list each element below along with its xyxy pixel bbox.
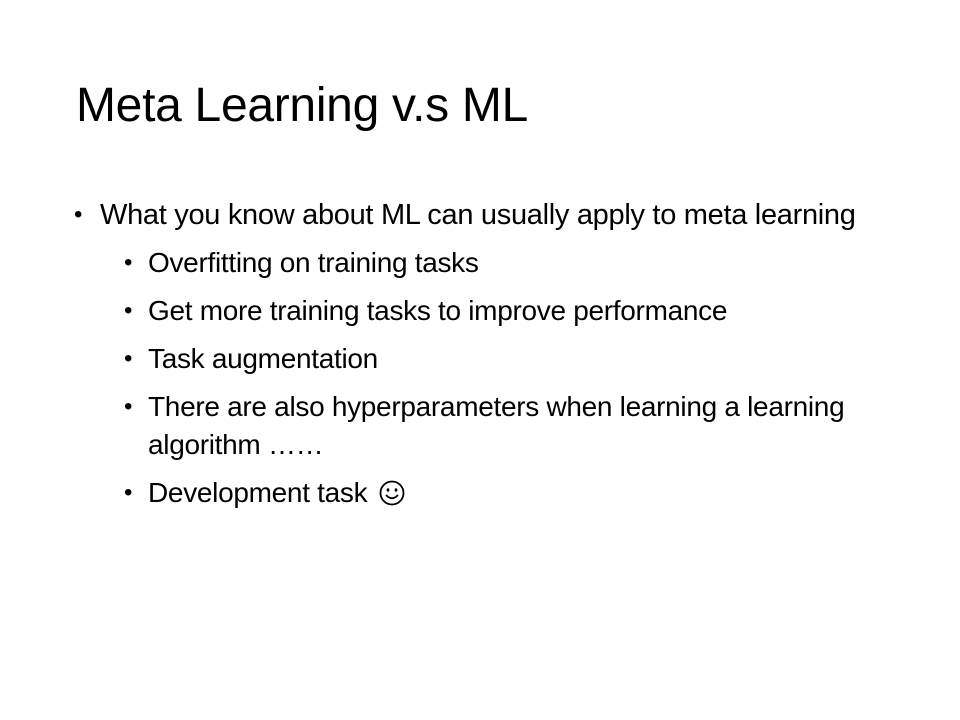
sub-bullet-item: • Development task bbox=[74, 474, 904, 512]
bullet-dot-icon: • bbox=[124, 297, 133, 324]
bullet-dot-icon: • bbox=[124, 249, 133, 276]
bullet-list: • What you know about ML can usually app… bbox=[74, 196, 904, 522]
bullet-dot-icon: • bbox=[124, 393, 133, 420]
bullet-text: There are also hyperparameters when lear… bbox=[148, 391, 845, 460]
sub-bullet-item: • There are also hyperparameters when le… bbox=[74, 388, 904, 464]
bullet-text: Get more training tasks to improve perfo… bbox=[148, 295, 728, 326]
bullet-dot-icon: • bbox=[124, 479, 133, 506]
bullet-text: What you know about ML can usually apply… bbox=[100, 199, 856, 231]
slide: Meta Learning v.s ML • What you know abo… bbox=[0, 0, 960, 720]
sub-bullet-item: • Overfitting on training tasks bbox=[74, 244, 904, 282]
bullet-text: Task augmentation bbox=[148, 343, 378, 374]
bullet-dot-icon: • bbox=[124, 345, 133, 372]
sub-bullet-item: • Get more training tasks to improve per… bbox=[74, 292, 904, 330]
bullet-text: Overfitting on training tasks bbox=[148, 247, 479, 278]
sub-bullet-item: • Task augmentation bbox=[74, 340, 904, 378]
smiley-face-icon bbox=[379, 478, 405, 506]
slide-title: Meta Learning v.s ML bbox=[76, 79, 528, 132]
bullet-text: Development task bbox=[148, 477, 368, 508]
bullet-dot-icon: • bbox=[74, 201, 83, 228]
bullet-item: • What you know about ML can usually app… bbox=[74, 196, 904, 234]
